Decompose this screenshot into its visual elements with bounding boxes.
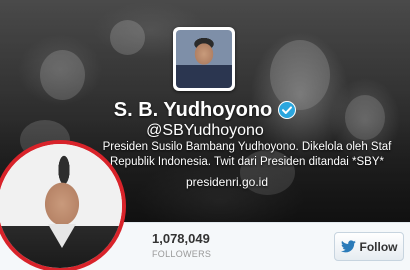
followers-count[interactable]: 1,078,049 — [152, 231, 210, 247]
profile-bio: Presiden Susilo Bambang Yudhoyono. Dikel… — [94, 140, 400, 170]
verified-badge-icon — [278, 101, 297, 119]
profile-bio-line-1: Presiden Susilo Bambang Yudhoyono. Dikel… — [102, 141, 392, 153]
follow-button-label: Follow — [359, 239, 398, 254]
profile-bio-line-2: Republik Indonesia. Twit dari Presiden d… — [109, 156, 385, 168]
profile-avatar[interactable] — [173, 27, 235, 91]
followers-label[interactable]: FOLLOWERS — [152, 248, 211, 260]
inset-portrait-photo — [0, 140, 126, 270]
profile-handle: @SBYudhoyono — [146, 122, 264, 139]
follow-button[interactable]: Follow — [334, 232, 404, 261]
profile-name-row: S. B. Yudhoyono — [0, 98, 410, 122]
profile-avatar-image — [176, 30, 232, 88]
profile-header-card: S. B. Yudhoyono @SBYudhoyono Presiden Su… — [0, 0, 410, 270]
profile-name: S. B. Yudhoyono — [113, 99, 273, 121]
twitter-bird-icon — [340, 240, 356, 253]
